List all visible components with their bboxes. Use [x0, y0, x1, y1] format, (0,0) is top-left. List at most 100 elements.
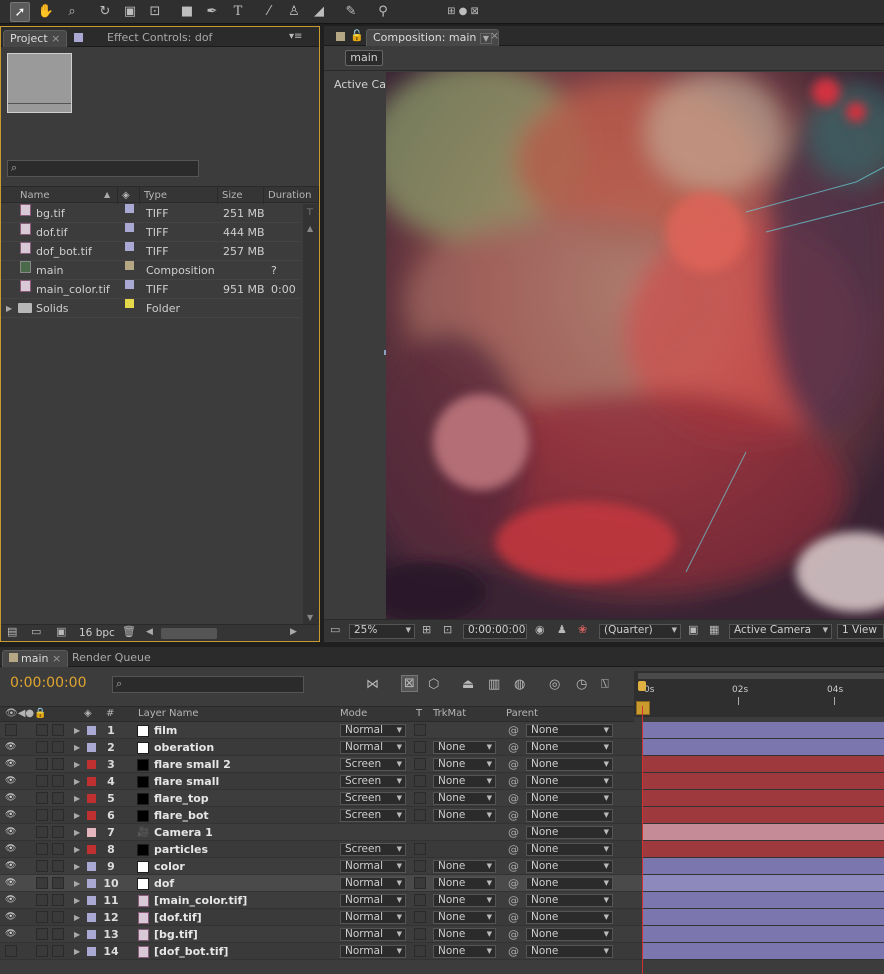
parent-pickwhip-icon[interactable]: @: [508, 926, 519, 943]
layer-duration-bar[interactable]: [643, 790, 884, 806]
preserve-transparency-toggle[interactable]: [414, 945, 426, 957]
label-tag-icon[interactable]: ◈: [84, 708, 92, 719]
track-matte-dropdown[interactable]: None ▼: [433, 911, 496, 924]
layer-name[interactable]: oberation: [154, 739, 214, 756]
project-item-row[interactable]: dof.tif TIFF 444 MB: [1, 223, 301, 242]
label-color-swatch[interactable]: [125, 242, 134, 251]
track-matte-dropdown[interactable]: None ▼: [433, 894, 496, 907]
layer-name[interactable]: particles: [154, 841, 208, 858]
parent-dropdown[interactable]: None ▼: [526, 894, 613, 907]
preserve-transparency-toggle[interactable]: [414, 775, 426, 787]
layer-name[interactable]: [bg.tif]: [154, 926, 198, 943]
zoom-tool-icon[interactable]: ⌕: [62, 2, 82, 22]
fast-previews-icon[interactable]: ▣: [688, 623, 698, 636]
expand-triangle-icon[interactable]: ▶: [74, 790, 80, 807]
expand-triangle-icon[interactable]: ▶: [74, 892, 80, 909]
parent-dropdown[interactable]: None ▼: [526, 911, 613, 924]
view-dropdown[interactable]: Active Camera ▼: [729, 624, 832, 639]
current-time-display[interactable]: 0:00:00:00: [463, 624, 527, 639]
preserve-transparency-toggle[interactable]: [414, 741, 426, 753]
layer-row[interactable]: 👁 ▶ 8 particles Screen ▼ @ None ▼: [0, 841, 884, 858]
expand-triangle-icon[interactable]: ▶: [74, 739, 80, 756]
pen-tool-icon[interactable]: ✒: [202, 2, 222, 22]
comp-navigator-tab[interactable]: main: [345, 50, 383, 66]
layer-name[interactable]: flare small: [154, 773, 219, 790]
tab-timeline-main[interactable]: main ×: [2, 650, 69, 667]
expand-triangle-icon[interactable]: ▶: [74, 909, 80, 926]
label-color-swatch[interactable]: [125, 204, 134, 213]
layer-row[interactable]: 👁 ▶ 13 [bg.tif] Normal ▼ None ▼ @ None ▼: [0, 926, 884, 943]
playhead-handle[interactable]: [638, 681, 646, 691]
column-duration[interactable]: Duration: [264, 187, 319, 204]
parent-pickwhip-icon[interactable]: @: [508, 943, 519, 960]
track-matte-dropdown[interactable]: None ▼: [433, 775, 496, 788]
expand-triangle-icon[interactable]: ▶: [74, 824, 80, 841]
layer-duration-bar[interactable]: [643, 739, 884, 755]
label-color-swatch[interactable]: [87, 896, 96, 905]
safe-margins-icon[interactable]: ⊞: [422, 623, 431, 636]
layer-row[interactable]: 👁 ▶ 11 [main_color.tif] Normal ▼ None ▼ @ None ▼: [0, 892, 884, 909]
layer-name[interactable]: [main_color.tif]: [154, 892, 247, 909]
layer-row[interactable]: 👁 ▶ 5 flare_top Screen ▼ None ▼ @ None ▼: [0, 790, 884, 807]
disclosure-triangle-icon[interactable]: ▶: [6, 299, 12, 318]
current-time-indicator[interactable]: 0:00:00:00: [10, 675, 87, 691]
label-color-swatch[interactable]: [87, 777, 96, 786]
auto-keyframe-icon[interactable]: ◷: [576, 677, 587, 692]
lock-toggle[interactable]: [52, 741, 64, 753]
visibility-eye-icon[interactable]: 👁: [5, 743, 17, 752]
hand-tool-icon[interactable]: ✋: [36, 2, 56, 22]
layer-row[interactable]: ▶ 1 film Normal ▼ @ None ▼: [0, 722, 884, 739]
layer-duration-bar[interactable]: [643, 773, 884, 789]
project-item-row[interactable]: main_color.tif TIFF 951 MB: [1, 280, 301, 299]
solo-toggle[interactable]: [36, 928, 48, 940]
parent-pickwhip-icon[interactable]: @: [508, 722, 519, 739]
layer-name[interactable]: film: [154, 722, 177, 739]
parent-pickwhip-icon[interactable]: @: [508, 875, 519, 892]
scroll-right-icon[interactable]: ▶: [290, 627, 297, 637]
lock-toggle[interactable]: [52, 724, 64, 736]
solo-toggle[interactable]: [36, 792, 48, 804]
expand-triangle-icon[interactable]: ▶: [74, 858, 80, 875]
track-matte-dropdown[interactable]: None ▼: [433, 809, 496, 822]
parent-pickwhip-icon[interactable]: @: [508, 790, 519, 807]
project-scrollbar[interactable]: ⊤ ▲ ▼: [303, 204, 319, 624]
visibility-eye-icon[interactable]: 👁: [5, 777, 17, 786]
axis-mode-icon[interactable]: ⊞ ● ⊠: [440, 2, 486, 22]
label-color-swatch[interactable]: [87, 760, 96, 769]
column-size[interactable]: Size: [218, 187, 264, 204]
view-layout-dropdown[interactable]: 1 View: [837, 624, 884, 639]
project-item-row[interactable]: main Composition? 0:00: [1, 261, 301, 296]
solo-toggle[interactable]: [36, 843, 48, 855]
lock-toggle[interactable]: [52, 945, 64, 957]
parent-pickwhip-icon[interactable]: @: [508, 773, 519, 790]
layer-duration-bar[interactable]: [643, 841, 884, 857]
lock-toggle[interactable]: [52, 928, 64, 940]
track-matte-dropdown[interactable]: None ▼: [433, 877, 496, 890]
track-matte-dropdown[interactable]: None ▼: [433, 792, 496, 805]
layer-name[interactable]: color: [154, 858, 185, 875]
blend-mode-dropdown[interactable]: Screen ▼: [340, 809, 406, 822]
solo-toggle[interactable]: [36, 758, 48, 770]
preserve-transparency-toggle[interactable]: [414, 894, 426, 906]
layer-duration-bar[interactable]: [643, 926, 884, 942]
parent-dropdown[interactable]: None ▼: [526, 877, 613, 890]
lock-toggle[interactable]: [52, 758, 64, 770]
visibility-eye-icon[interactable]: 👁: [5, 879, 17, 888]
parent-dropdown[interactable]: None ▼: [526, 928, 613, 941]
label-tag-icon[interactable]: ◈: [118, 187, 140, 204]
label-color-swatch[interactable]: [125, 223, 134, 232]
preserve-transparency-toggle[interactable]: [414, 809, 426, 821]
layer-duration-bar[interactable]: [643, 722, 884, 738]
visibility-eye-icon[interactable]: 👁: [5, 845, 17, 854]
show-snapshot-icon[interactable]: ♟: [557, 623, 567, 636]
expand-triangle-icon[interactable]: ▶: [74, 875, 80, 892]
preserve-transparency-toggle[interactable]: [414, 911, 426, 923]
layer-row[interactable]: ▶ 14 [dof_bot.tif] Normal ▼ None ▼ @ None ▼: [0, 943, 884, 960]
parent-pickwhip-icon[interactable]: @: [508, 841, 519, 858]
parent-pickwhip-icon[interactable]: @: [508, 909, 519, 926]
label-color-swatch[interactable]: [87, 811, 96, 820]
visibility-eye-icon[interactable]: 👁: [5, 896, 17, 905]
visibility-eye-icon[interactable]: 👁: [5, 760, 17, 769]
label-color-swatch[interactable]: [87, 879, 96, 888]
lock-toggle[interactable]: [52, 775, 64, 787]
